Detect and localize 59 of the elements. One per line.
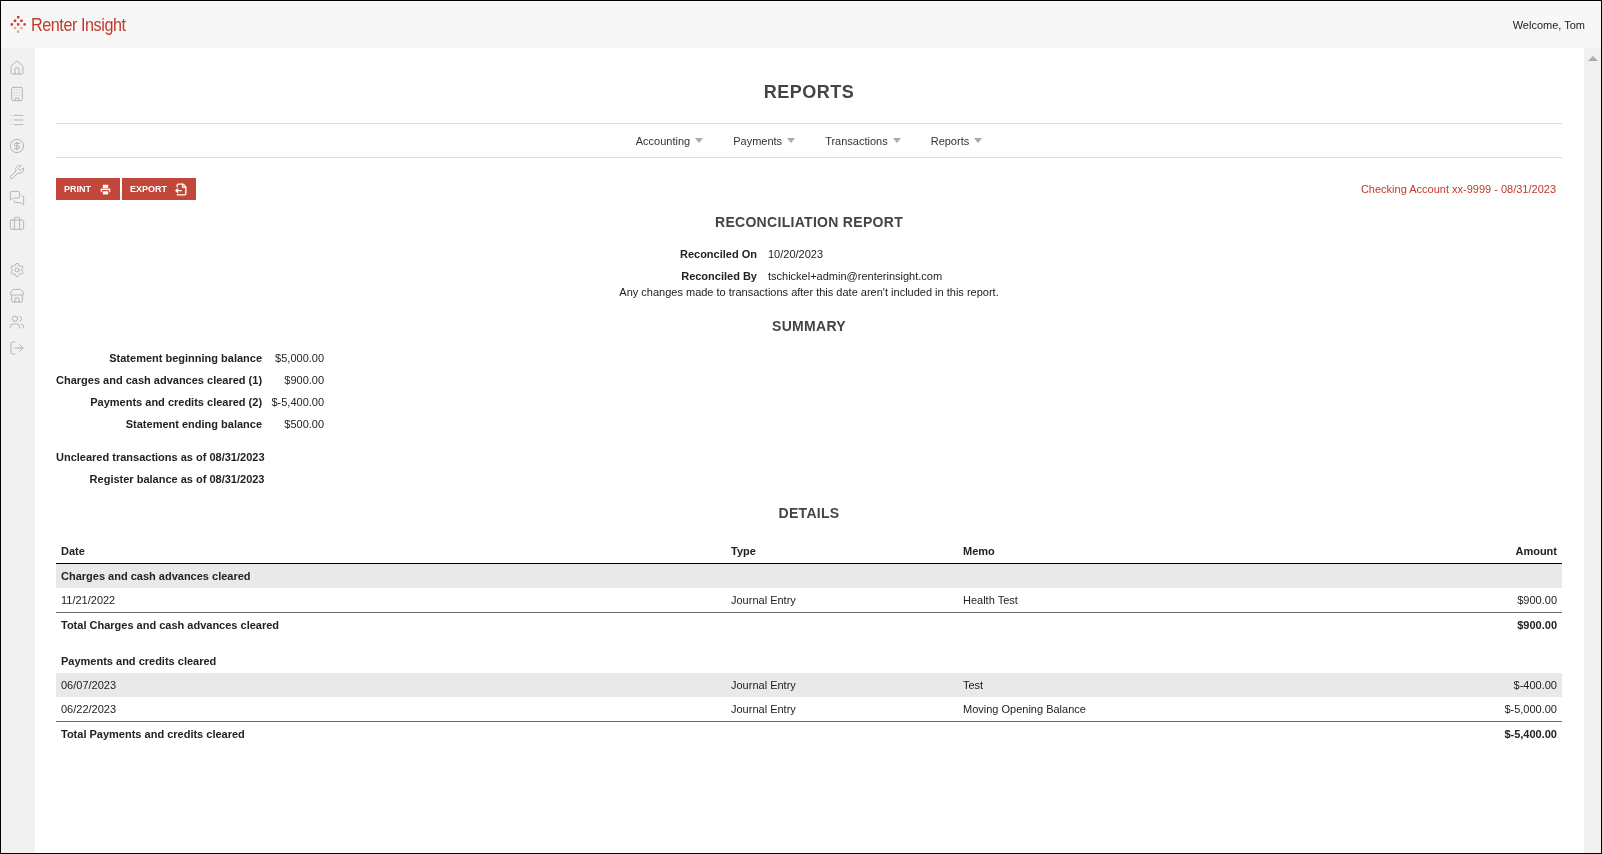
table-cell-text: 06/22/2023	[60, 702, 118, 717]
store-icon[interactable]	[9, 288, 27, 306]
section-title: DETAILS	[777, 505, 841, 521]
total-amount: $-5,400.00	[1499, 721, 1562, 746]
total-label: Total Charges and cash advances cleared	[56, 612, 1500, 637]
printer-icon	[99, 182, 112, 196]
welcome-text: Welcome, Tom	[1512, 18, 1585, 31]
settings-icon[interactable]	[9, 262, 27, 280]
table-cell-text: Test	[962, 678, 985, 693]
nav-menu[interactable]: Reports	[930, 134, 983, 147]
home-icon[interactable]	[9, 60, 27, 78]
nav-menu[interactable]: Payments	[733, 134, 796, 147]
logo-text: Renter Insight	[31, 13, 126, 36]
total-label: Total Payments and credits cleared	[56, 721, 1500, 746]
meta-value: 10/20/2023	[768, 248, 825, 260]
table-cell-text: Moving Opening Balance	[962, 702, 1087, 717]
table-cell-text: $-5,000.00	[1503, 702, 1558, 717]
summary-value: $900.00	[283, 374, 325, 386]
nav-menu[interactable]: Accounting	[635, 134, 704, 147]
report-title: RECONCILIATION REPORT	[713, 214, 904, 230]
meta-value: tschickel+admin@renterinsight.com	[768, 270, 944, 282]
caret-icon	[695, 138, 704, 143]
caret-icon	[787, 138, 796, 143]
tools-icon[interactable]	[9, 164, 27, 182]
page-title: REPORTS	[762, 82, 856, 103]
chat-icon[interactable]	[9, 190, 27, 208]
summary-value: $-5,400.00	[270, 396, 325, 408]
table-cell-text: Health Test	[962, 593, 1019, 608]
table-cell-text: $-400.00	[1512, 678, 1558, 693]
caret-icon	[974, 138, 983, 143]
table-cell-text: Journal Entry	[730, 678, 797, 693]
table-cell-text: Journal Entry	[730, 702, 797, 717]
summary-label: Charges and cash advances cleared (1)	[56, 374, 263, 386]
report-note: Any changes made to transactions after this date aren't included in this report.	[618, 286, 1000, 298]
summary-label: Statement ending balance	[124, 418, 263, 430]
summary-label: Register balance as of 08/31/2023	[88, 473, 265, 485]
account-label: Checking Account xx-9999 - 08/31/2023	[1360, 183, 1556, 195]
nav-menu[interactable]: Transactions	[825, 134, 901, 147]
dollar-icon[interactable]	[9, 138, 27, 156]
table-cell-text: Journal Entry	[730, 593, 797, 608]
summary-value: $500.00	[283, 418, 325, 430]
summary-value: $5,000.00	[274, 352, 325, 364]
scroll-up-icon[interactable]	[1587, 56, 1598, 61]
table-cell-text: 11/21/2022	[60, 593, 117, 608]
meta-label: Reconciled By	[680, 270, 757, 282]
users-icon[interactable]	[9, 314, 27, 332]
table-cell-text: $900.00	[1516, 593, 1558, 608]
summary-label: Payments and credits cleared (2)	[89, 396, 263, 408]
table-cell-text: 06/07/2023	[60, 678, 118, 693]
summary-label: Statement beginning balance	[108, 352, 263, 364]
file-export-icon	[175, 182, 188, 196]
section-title: SUMMARY	[771, 318, 847, 334]
summary-label: Uncleared transactions as of 08/31/2023	[56, 451, 265, 463]
caret-icon	[892, 138, 901, 143]
meta-label: Reconciled On	[678, 248, 757, 260]
total-amount: $900.00	[1499, 612, 1562, 637]
export-button[interactable]: EXPORT	[122, 178, 196, 200]
print-button[interactable]: PRINT	[56, 178, 120, 200]
group-row: Charges and cash advances cleared	[56, 564, 1562, 588]
